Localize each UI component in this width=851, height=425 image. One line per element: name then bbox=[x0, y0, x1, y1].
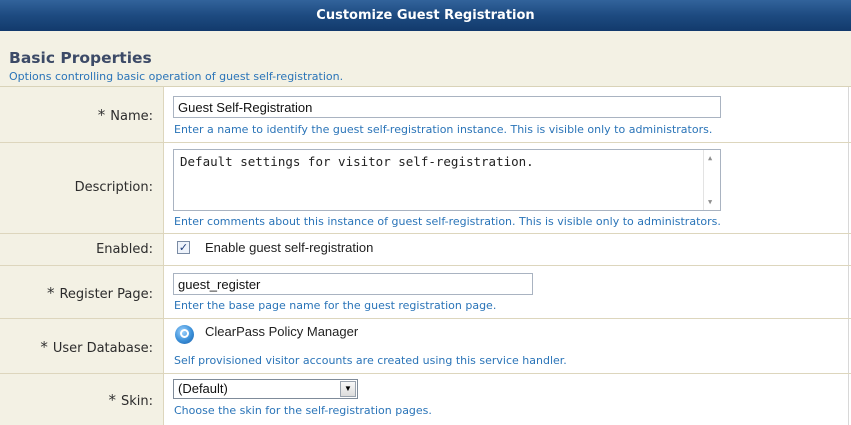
required-marker: * bbox=[97, 106, 106, 124]
scroll-up-icon[interactable]: ▲ bbox=[708, 154, 712, 162]
name-label: Name: bbox=[110, 109, 153, 124]
enabled-checkbox[interactable]: ✓ bbox=[177, 241, 190, 254]
description-label-cell: Description: bbox=[0, 143, 164, 233]
user-database-hint: Self provisioned visitor accounts are cr… bbox=[174, 354, 567, 367]
section-heading: Basic Properties bbox=[9, 49, 152, 67]
description-text: Default settings for visitor self-regist… bbox=[180, 154, 534, 169]
handler-name: ClearPass Policy Manager bbox=[205, 324, 359, 339]
skin-hint: Choose the skin for the self-registratio… bbox=[174, 404, 432, 417]
skin-row: * Skin: (Default) ▼ Choose the skin for t… bbox=[0, 374, 851, 425]
description-scrollbar[interactable]: ▲ ▼ bbox=[703, 150, 720, 210]
checkmark-icon: ✓ bbox=[178, 241, 189, 254]
required-marker: * bbox=[108, 391, 116, 409]
name-hint: Enter a name to identify the guest self-… bbox=[174, 123, 713, 136]
skin-selected-value: (Default) bbox=[178, 381, 228, 396]
required-marker: * bbox=[40, 338, 48, 356]
register-page-input[interactable] bbox=[173, 273, 533, 295]
required-marker: * bbox=[46, 284, 55, 302]
scroll-down-icon[interactable]: ▼ bbox=[708, 198, 712, 206]
register-page-label: Register Page: bbox=[59, 287, 153, 302]
enabled-checkbox-label[interactable]: Enable guest self-registration bbox=[205, 240, 373, 255]
dropdown-arrow-icon[interactable]: ▼ bbox=[340, 381, 356, 397]
name-row: * Name: Enter a name to identify the gues… bbox=[0, 87, 851, 143]
register-page-label-cell: * Register Page: bbox=[0, 266, 164, 318]
user-database-label-cell: * User Database: bbox=[0, 319, 164, 373]
skin-select[interactable]: (Default) ▼ bbox=[173, 379, 358, 399]
enabled-label: Enabled: bbox=[96, 242, 153, 257]
skin-label: Skin: bbox=[120, 394, 153, 409]
name-input[interactable] bbox=[173, 96, 721, 118]
description-label: Description: bbox=[74, 180, 153, 195]
user-database-label: User Database: bbox=[52, 341, 153, 356]
form-title: Customize Guest Registration bbox=[0, 0, 851, 31]
description-textarea[interactable]: Default settings for visitor self-regist… bbox=[173, 149, 721, 211]
clearpass-handler-icon bbox=[175, 325, 194, 344]
user-database-row: * User Database: ClearPass Policy Manager… bbox=[0, 319, 851, 374]
section-description: Options controlling basic operation of g… bbox=[9, 70, 344, 83]
skin-label-cell: * Skin: bbox=[0, 374, 164, 425]
description-hint: Enter comments about this instance of gu… bbox=[174, 215, 721, 228]
enabled-label-cell: Enabled: bbox=[0, 234, 164, 265]
name-label-cell: * Name: bbox=[0, 87, 164, 142]
register-page-row: * Register Page: Enter the base page name… bbox=[0, 266, 851, 319]
register-page-hint: Enter the base page name for the guest r… bbox=[174, 299, 497, 312]
description-row: Description: Default settings for visito… bbox=[0, 143, 851, 234]
section-header: Basic Properties Options controlling bas… bbox=[0, 31, 851, 87]
enabled-row: Enabled: ✓ Enable guest self-registratio… bbox=[0, 234, 851, 266]
